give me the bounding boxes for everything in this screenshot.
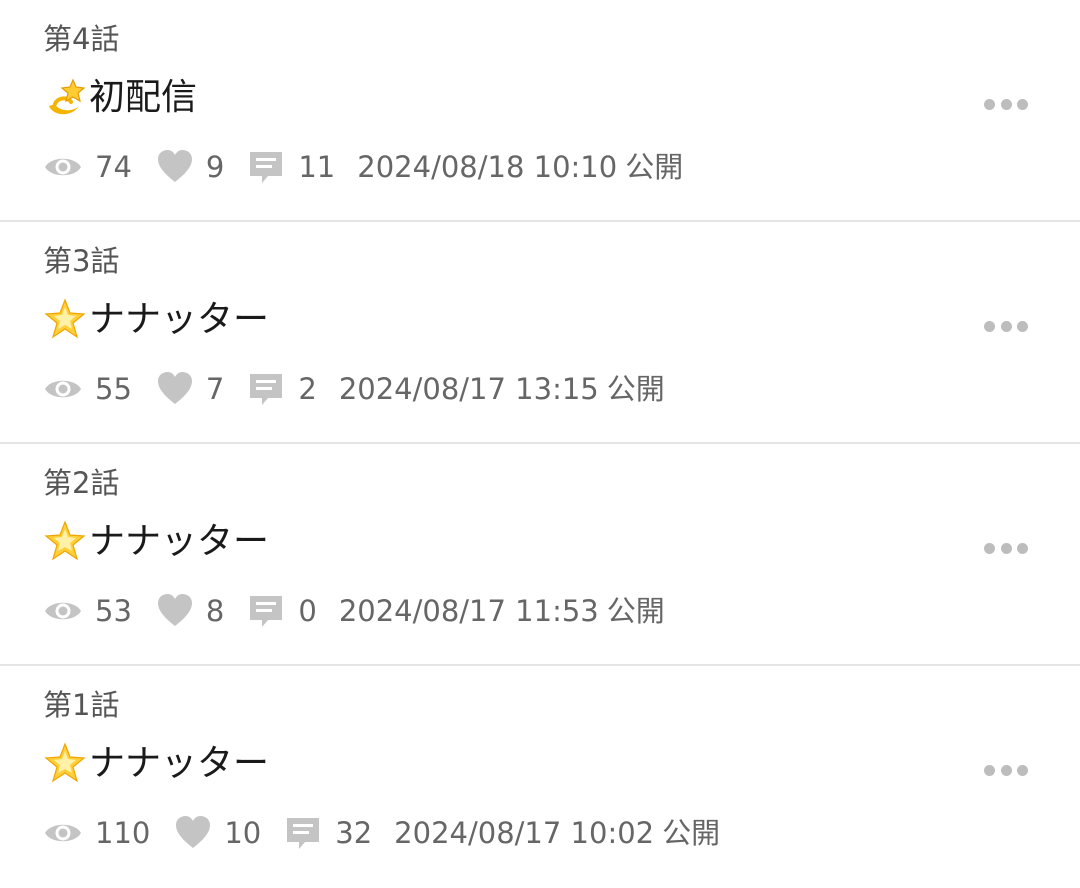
more-dot-icon — [1000, 542, 1012, 554]
published-date: 2024/08/17 10:02 公開 — [394, 811, 720, 855]
episode-number: 第3話 — [43, 244, 120, 278]
view-count: 74 — [95, 150, 132, 184]
glowing-star-icon — [43, 742, 87, 786]
heart-icon — [156, 592, 194, 630]
more-dot-icon — [984, 320, 995, 332]
published-datetime: 2024/08/17 11:53 — [338, 594, 599, 628]
heart-icon — [156, 370, 194, 408]
episode-number: 第4話 — [43, 22, 120, 56]
comment-icon — [248, 149, 284, 185]
heart-icon — [174, 814, 212, 852]
published-label: 公開 — [606, 594, 665, 628]
episode-stats: 110 10 32 2024/08/17 10:02 公開 — [43, 811, 720, 855]
published-date: 2024/08/17 13:15 公開 — [339, 367, 665, 411]
eye-icon — [43, 591, 83, 631]
episode-title-text: ナナッター — [89, 521, 270, 562]
comment-count: 2 — [298, 372, 317, 406]
published-datetime: 2024/08/17 13:15 — [338, 372, 599, 406]
more-dot-icon — [1000, 764, 1012, 776]
like-count: 8 — [205, 594, 225, 628]
more-dot-icon — [1017, 764, 1028, 776]
published-label: 公開 — [662, 816, 721, 850]
more-dot-icon — [1000, 98, 1012, 110]
episode-item[interactable]: 第3話 ナナッター 55 7 2 2024/08/17 13:15 公開 — [0, 222, 1080, 444]
more-dot-icon — [1017, 98, 1028, 110]
more-dot-icon — [1000, 320, 1012, 332]
published-label: 公開 — [606, 372, 665, 406]
like-count: 10 — [224, 816, 262, 850]
episode-list: 第4話 初配信 74 9 11 2024/08/18 10:10 公開 第3話 … — [0, 0, 1080, 888]
episode-item[interactable]: 第2話 ナナッター 53 8 0 2024/08/17 11:53 公開 — [0, 444, 1080, 666]
episode-number: 第2話 — [43, 466, 120, 500]
more-options-button[interactable] — [984, 530, 1028, 566]
episode-item[interactable]: 第4話 初配信 74 9 11 2024/08/18 10:10 公開 — [0, 0, 1080, 222]
comment-icon — [285, 815, 321, 851]
episode-stats: 53 8 0 2024/08/17 11:53 公開 — [43, 589, 665, 633]
eye-icon — [43, 369, 83, 409]
episode-title-text: ナナッター — [89, 299, 270, 340]
comment-count: 0 — [298, 594, 317, 628]
more-dot-icon — [984, 98, 995, 110]
episode-title-row[interactable]: ナナッター — [43, 740, 269, 788]
view-count: 53 — [95, 594, 132, 628]
published-datetime: 2024/08/18 10:10 — [357, 150, 618, 184]
more-dot-icon — [1017, 320, 1028, 332]
dizzy-icon — [43, 76, 87, 120]
eye-icon — [43, 147, 83, 187]
episode-title-row[interactable]: ナナッター — [43, 518, 269, 566]
more-dot-icon — [984, 764, 995, 776]
episode-title-row[interactable]: 初配信 — [43, 74, 197, 122]
episode-stats: 74 9 11 2024/08/18 10:10 公開 — [43, 145, 683, 189]
episode-stats: 55 7 2 2024/08/17 13:15 公開 — [43, 367, 665, 411]
comment-count: 11 — [298, 150, 336, 184]
episode-title-text: ナナッター — [89, 743, 270, 784]
view-count: 110 — [95, 816, 151, 850]
episode-number: 第1話 — [43, 688, 120, 722]
comment-icon — [248, 593, 284, 629]
published-label: 公開 — [625, 150, 684, 184]
glowing-star-icon — [43, 520, 87, 564]
published-date: 2024/08/17 11:53 公開 — [339, 589, 665, 633]
episode-title-text: 初配信 — [89, 77, 198, 118]
more-dot-icon — [1017, 542, 1028, 554]
like-count: 7 — [205, 372, 225, 406]
heart-icon — [156, 148, 194, 186]
view-count: 55 — [95, 372, 132, 406]
like-count: 9 — [205, 150, 225, 184]
more-options-button[interactable] — [984, 752, 1028, 788]
published-datetime: 2024/08/17 10:02 — [394, 816, 655, 850]
comment-icon — [248, 371, 284, 407]
episode-item[interactable]: 第1話 ナナッター 110 10 32 2024/08/17 10:02 公開 — [0, 666, 1080, 888]
more-options-button[interactable] — [984, 86, 1028, 122]
published-date: 2024/08/18 10:10 公開 — [357, 145, 683, 189]
episode-title-row[interactable]: ナナッター — [43, 296, 269, 344]
eye-icon — [43, 813, 83, 853]
comment-count: 32 — [335, 816, 373, 850]
more-dot-icon — [984, 542, 995, 554]
more-options-button[interactable] — [984, 308, 1028, 344]
glowing-star-icon — [43, 298, 87, 342]
